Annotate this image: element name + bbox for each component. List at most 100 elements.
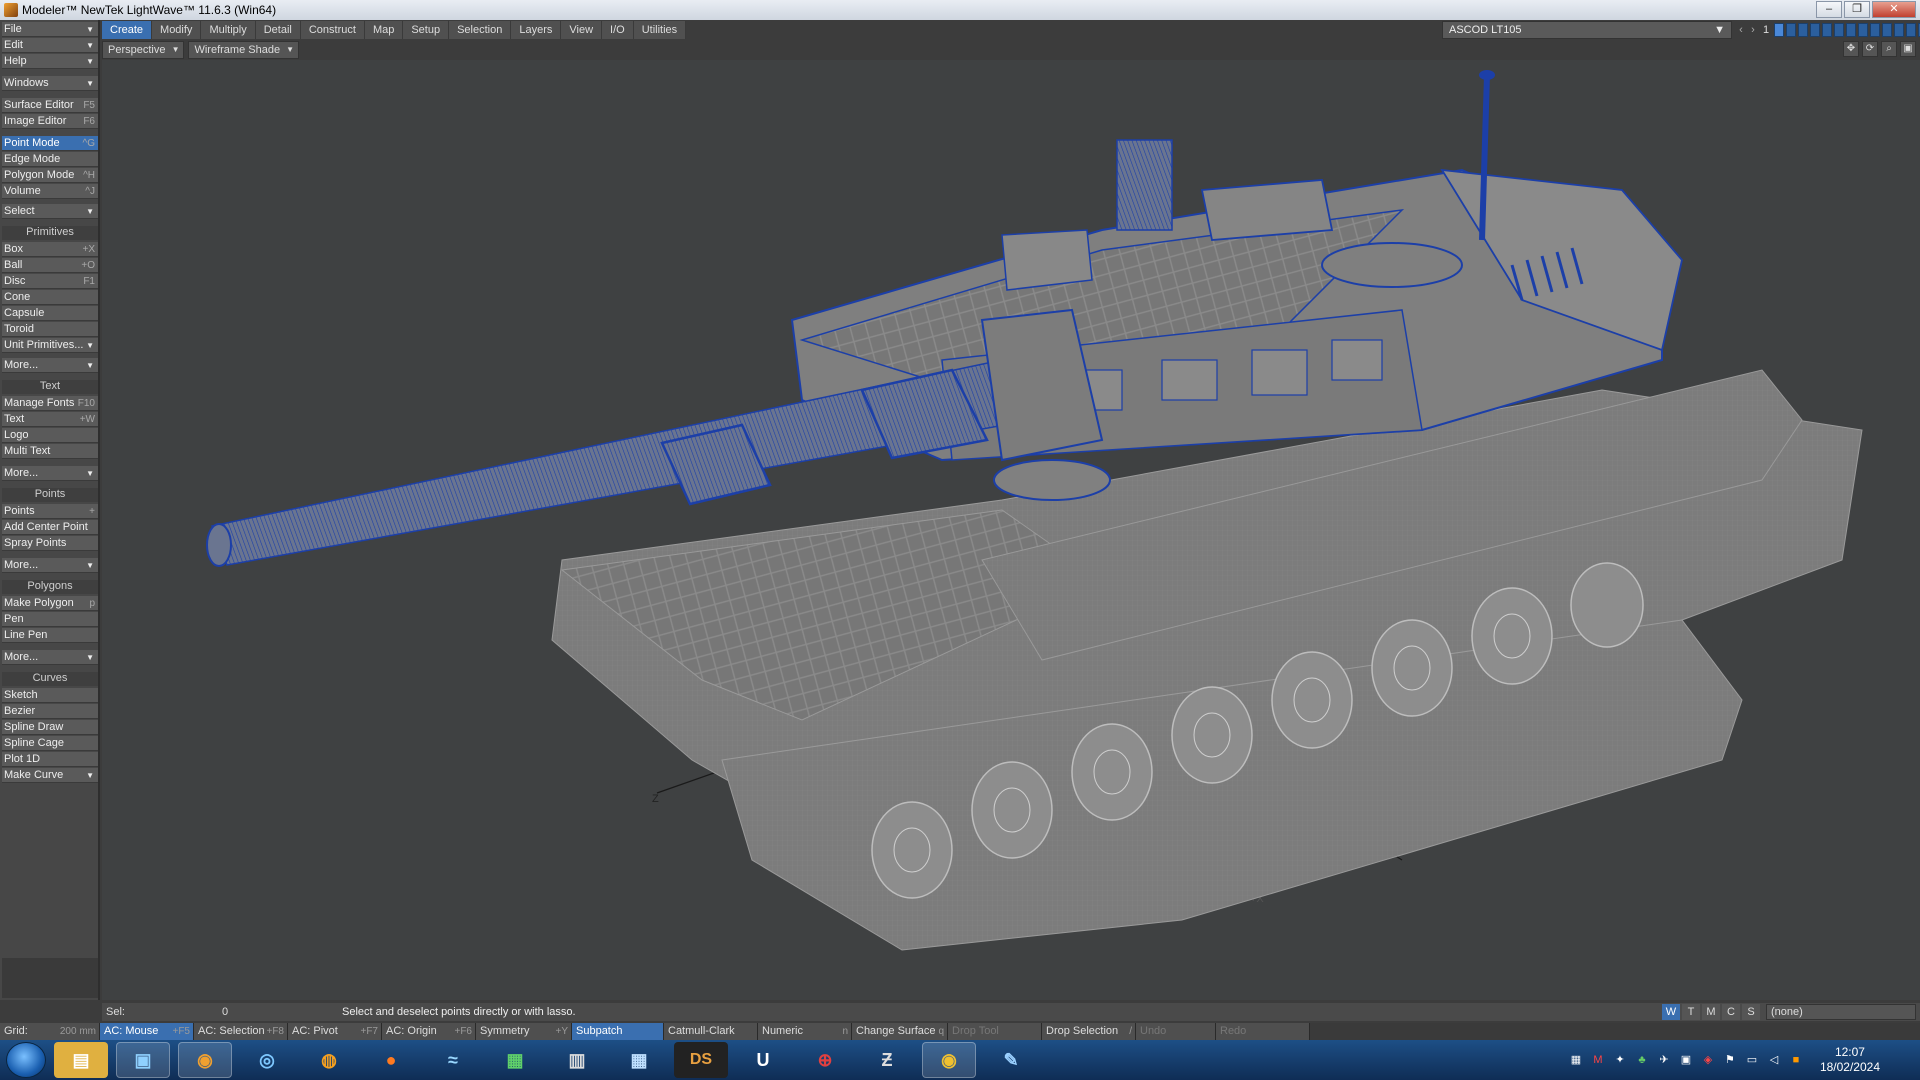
restore-button[interactable]: ❐ xyxy=(1844,1,1870,18)
layer-slot[interactable] xyxy=(1870,23,1881,37)
logo-tool-button[interactable]: Logo xyxy=(2,428,98,443)
layer-slot[interactable] xyxy=(1810,23,1821,37)
clock[interactable]: 12:07 18/02/2024 xyxy=(1820,1045,1880,1075)
spline-cage-button[interactable]: Spline Cage xyxy=(2,736,98,751)
line-pen-button[interactable]: Line Pen xyxy=(2,628,98,643)
toroid-tool-button[interactable]: Toroid xyxy=(2,322,98,337)
layer-slot[interactable] xyxy=(1846,23,1857,37)
rotate-view-icon[interactable]: ⟳ xyxy=(1862,41,1878,57)
undo-button[interactable]: Undo xyxy=(1136,1023,1216,1040)
next-bank-icon[interactable]: › xyxy=(1748,24,1758,36)
tray-app-icon[interactable]: ■ xyxy=(1788,1052,1804,1068)
firefox-icon[interactable]: ● xyxy=(364,1042,418,1078)
tray-app-icon[interactable]: ▦ xyxy=(1568,1052,1584,1068)
windows-menu[interactable]: Windows ▼ xyxy=(2,76,98,91)
make-polygon-button[interactable]: Make Polygon p xyxy=(2,596,98,611)
maximize-view-icon[interactable]: ▣ xyxy=(1900,41,1916,57)
point-mode-button[interactable]: Point Mode ^G xyxy=(2,136,98,151)
media-player-icon[interactable]: ▣ xyxy=(116,1042,170,1078)
spray-points-button[interactable]: Spray Points xyxy=(2,536,98,551)
volume-mode-button[interactable]: Volume ^J xyxy=(2,184,98,199)
close-button[interactable]: ✕ xyxy=(1872,1,1916,18)
numeric-button[interactable]: Numeric n xyxy=(758,1023,852,1040)
tab-setup[interactable]: Setup xyxy=(403,21,450,39)
file-explorer-icon[interactable]: ▤ xyxy=(54,1042,108,1078)
texture-map-toggle[interactable]: T xyxy=(1682,1004,1700,1020)
tab-modify[interactable]: Modify xyxy=(152,21,202,39)
layer-dropdown[interactable]: ASCOD LT105 ▼ xyxy=(1442,21,1732,39)
color-map-toggle[interactable]: C xyxy=(1722,1004,1740,1020)
spline-draw-button[interactable]: Spline Draw xyxy=(2,720,98,735)
layer-slot[interactable] xyxy=(1774,23,1785,37)
tab-view[interactable]: View xyxy=(561,21,603,39)
more-text-dropdown[interactable]: More... ▼ xyxy=(2,466,98,481)
more-primitives-dropdown[interactable]: More... ▼ xyxy=(2,358,98,373)
layer-slot[interactable] xyxy=(1894,23,1905,37)
tray-app-icon[interactable]: ✦ xyxy=(1612,1052,1628,1068)
select-dropdown[interactable]: Select ▼ xyxy=(2,204,98,219)
pen-tool-button[interactable]: Pen xyxy=(2,612,98,627)
weight-map-toggle[interactable]: W xyxy=(1662,1004,1680,1020)
morph-map-toggle[interactable]: M xyxy=(1702,1004,1720,1020)
app-ze-icon[interactable]: Ƶ xyxy=(860,1042,914,1078)
points-tool-button[interactable]: Points + xyxy=(2,504,98,519)
tab-construct[interactable]: Construct xyxy=(301,21,365,39)
app-green-icon[interactable]: ▦ xyxy=(488,1042,542,1078)
change-surface-button[interactable]: Change Surface q xyxy=(852,1023,948,1040)
layer-slot[interactable] xyxy=(1858,23,1869,37)
selection-set-toggle[interactable]: S xyxy=(1742,1004,1760,1020)
image-editor-button[interactable]: Image Editor F6 xyxy=(2,114,98,129)
tray-app-icon[interactable]: ▣ xyxy=(1678,1052,1694,1068)
tab-multiply[interactable]: Multiply xyxy=(201,21,256,39)
layer-slot[interactable] xyxy=(1822,23,1833,37)
tab-selection[interactable]: Selection xyxy=(449,21,512,39)
calculator-icon[interactable]: ▦ xyxy=(612,1042,666,1078)
start-button[interactable] xyxy=(6,1042,46,1078)
subpatch-button[interactable]: Subpatch xyxy=(572,1023,664,1040)
view-shading-dropdown[interactable]: Wireframe Shade xyxy=(188,41,300,59)
unreal-icon[interactable]: U xyxy=(736,1042,790,1078)
layer-slot[interactable] xyxy=(1906,23,1917,37)
layer-slot[interactable] xyxy=(1882,23,1893,37)
help-menu[interactable]: Help ▼ xyxy=(2,54,98,69)
add-center-point-button[interactable]: Add Center Point xyxy=(2,520,98,535)
drop-tool-button[interactable]: Drop Tool xyxy=(948,1023,1042,1040)
file-menu[interactable]: File ▼ xyxy=(2,22,98,37)
ball-tool-button[interactable]: Ball +O xyxy=(2,258,98,273)
move-view-icon[interactable]: ✥ xyxy=(1843,41,1859,57)
multi-text-button[interactable]: Multi Text xyxy=(2,444,98,459)
tab-utilities[interactable]: Utilities xyxy=(634,21,687,39)
more-polygons-dropdown[interactable]: More... ▼ xyxy=(2,650,98,665)
app-wave-icon[interactable]: ≈ xyxy=(426,1042,480,1078)
view-projection-dropdown[interactable]: Perspective xyxy=(102,41,185,59)
layer-slot[interactable] xyxy=(1834,23,1845,37)
polygon-mode-button[interactable]: Polygon Mode ^H xyxy=(2,168,98,183)
tab-create[interactable]: Create xyxy=(102,21,153,39)
daz-studio-icon[interactable]: DS xyxy=(674,1042,728,1078)
tab-i-o[interactable]: I/O xyxy=(602,21,634,39)
paint-icon[interactable]: ✎ xyxy=(984,1042,1038,1078)
app-blue-icon[interactable]: ◎ xyxy=(240,1042,294,1078)
action-center-pivot-button[interactable]: AC: Pivot +F7 xyxy=(288,1023,382,1040)
flag-icon[interactable]: ⚑ xyxy=(1722,1052,1738,1068)
edge-mode-button[interactable]: Edge Mode xyxy=(2,152,98,167)
tray-app-icon[interactable]: ✈ xyxy=(1656,1052,1672,1068)
minimize-button[interactable]: – xyxy=(1816,1,1842,18)
sketch-tool-button[interactable]: Sketch xyxy=(2,688,98,703)
drop-selection-button[interactable]: Drop Selection / xyxy=(1042,1023,1136,1040)
network-icon[interactable]: ▭ xyxy=(1744,1052,1760,1068)
tab-detail[interactable]: Detail xyxy=(256,21,301,39)
unit-primitives-dropdown[interactable]: Unit Primitives... ▼ xyxy=(2,338,98,353)
prev-bank-icon[interactable]: ‹ xyxy=(1736,24,1746,36)
symmetry-button[interactable]: Symmetry +Y xyxy=(476,1023,572,1040)
cone-tool-button[interactable]: Cone xyxy=(2,290,98,305)
layer-slot[interactable] xyxy=(1798,23,1809,37)
more-points-dropdown[interactable]: More... ▼ xyxy=(2,558,98,573)
plot-1d-button[interactable]: Plot 1D xyxy=(2,752,98,767)
action-center-origin-button[interactable]: AC: Origin +F6 xyxy=(382,1023,476,1040)
edit-menu[interactable]: Edit ▼ xyxy=(2,38,98,53)
app-notepad-icon[interactable]: ▥ xyxy=(550,1042,604,1078)
box-tool-button[interactable]: Box +X xyxy=(2,242,98,257)
manage-fonts-button[interactable]: Manage Fonts F10 xyxy=(2,396,98,411)
capsule-tool-button[interactable]: Capsule xyxy=(2,306,98,321)
